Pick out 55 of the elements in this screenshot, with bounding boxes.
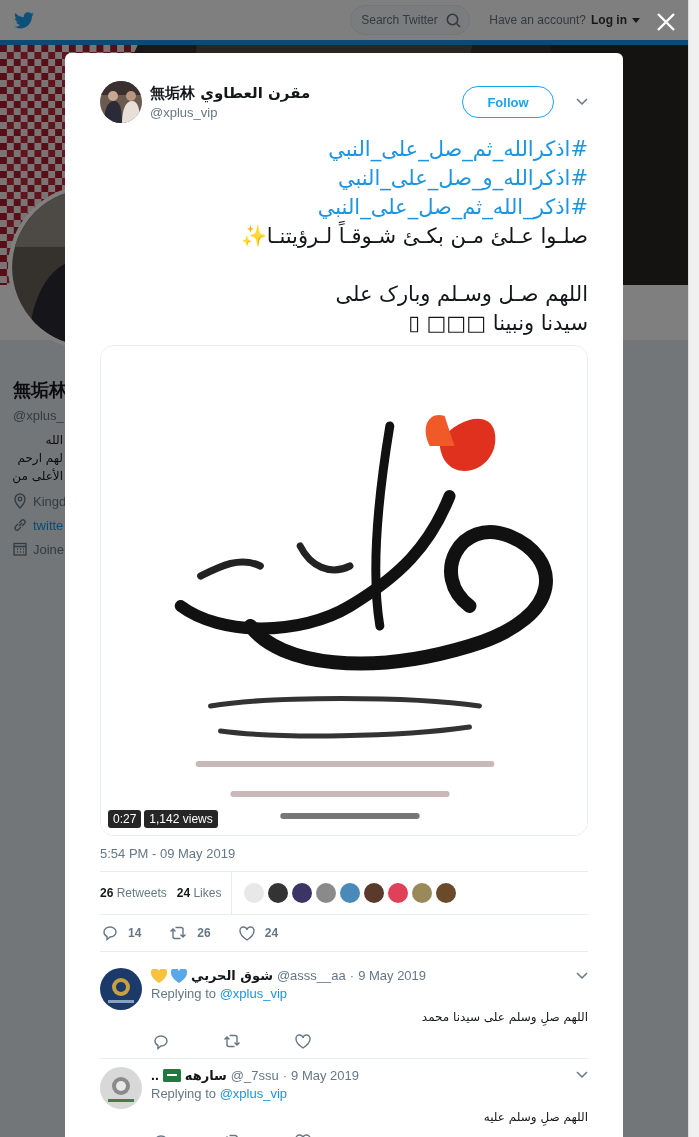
avatar[interactable]: [268, 883, 289, 903]
caret-icon[interactable]: [632, 17, 640, 23]
tweet-timestamp[interactable]: 5:54 PM - 09 May 2019: [100, 846, 588, 861]
tweet-text: سيدنا ونبينا □□□ ▯: [407, 310, 588, 337]
location-text: Kingd: [33, 493, 67, 509]
calendar-icon: [13, 542, 27, 556]
separator-dot: ·: [349, 968, 355, 983]
mention-link[interactable]: @xplus_vip: [219, 986, 288, 1001]
heart-icon[interactable]: [238, 925, 255, 941]
like-count[interactable]: 24 Likes: [176, 886, 222, 900]
profile-name: 無垢林: [13, 379, 68, 402]
bio-line: الأعلى من: [13, 467, 63, 485]
reply-author-handle[interactable]: @_7ssu: [230, 1067, 279, 1083]
view-count: 1,142 views: [144, 810, 218, 828]
retweet-count[interactable]: 26 Retweets: [100, 886, 167, 900]
mention-link[interactable]: @xplus_vip: [219, 1086, 288, 1101]
reply-text: اللهم صلِ وسلم على سيدنا محمد: [420, 1010, 588, 1024]
avatar[interactable]: [292, 883, 313, 903]
replying-to-label: Replying to: [151, 1086, 217, 1101]
search-icon[interactable]: [446, 13, 462, 28]
reply-icon[interactable]: [153, 1034, 169, 1050]
video-player[interactable]: 0:27 1,142 views: [100, 345, 588, 836]
profile-handle: @xplus_: [13, 408, 65, 423]
separator-dot: ·: [282, 1067, 288, 1083]
search-field[interactable]: Search Twitter: [350, 5, 471, 35]
name-ellipsis: ..: [151, 1067, 159, 1083]
reply-date[interactable]: 9 May 2019: [358, 968, 427, 983]
reply-count: 14: [128, 926, 142, 940]
retweet-action-count: 26: [197, 926, 211, 940]
login-link[interactable]: Log in: [591, 13, 627, 27]
like-action-count: 24: [264, 926, 279, 940]
retweet-icon[interactable]: [169, 926, 188, 940]
location-pin-icon: [13, 493, 27, 509]
retweet-icon[interactable]: [223, 1034, 241, 1048]
tweet-text: اللهم صـل وسـلم وبارک على: [334, 281, 588, 308]
reply-author-name[interactable]: سارهه: [184, 1067, 227, 1083]
joined-text: Joine: [33, 541, 65, 557]
account-prompt: Have an account?: [489, 13, 586, 27]
close-icon[interactable]: [656, 12, 676, 32]
heart-icon[interactable]: [295, 1034, 311, 1049]
replying-to-label: Replying to: [151, 986, 217, 1001]
bio-line: لهم ارحم: [16, 450, 63, 467]
reply-text: اللهم صلِ وسلم عليه: [482, 1110, 588, 1124]
chevron-icon[interactable]: [576, 1071, 588, 1079]
avatar[interactable]: [436, 883, 457, 903]
link-icon: [13, 518, 27, 532]
reply-date[interactable]: 9 May 2019: [291, 1067, 359, 1083]
reply-author-name[interactable]: شوق الحربي: [191, 968, 273, 983]
bio-line: الله: [44, 432, 63, 449]
reply-icon[interactable]: [102, 925, 118, 941]
chevron-icon[interactable]: [576, 971, 588, 980]
avatar[interactable]: [364, 883, 385, 903]
reply-author-handle[interactable]: @asss__aa: [276, 968, 346, 983]
scrollbar[interactable]: [688, 0, 699, 1137]
video-duration: 0:27: [108, 810, 142, 828]
